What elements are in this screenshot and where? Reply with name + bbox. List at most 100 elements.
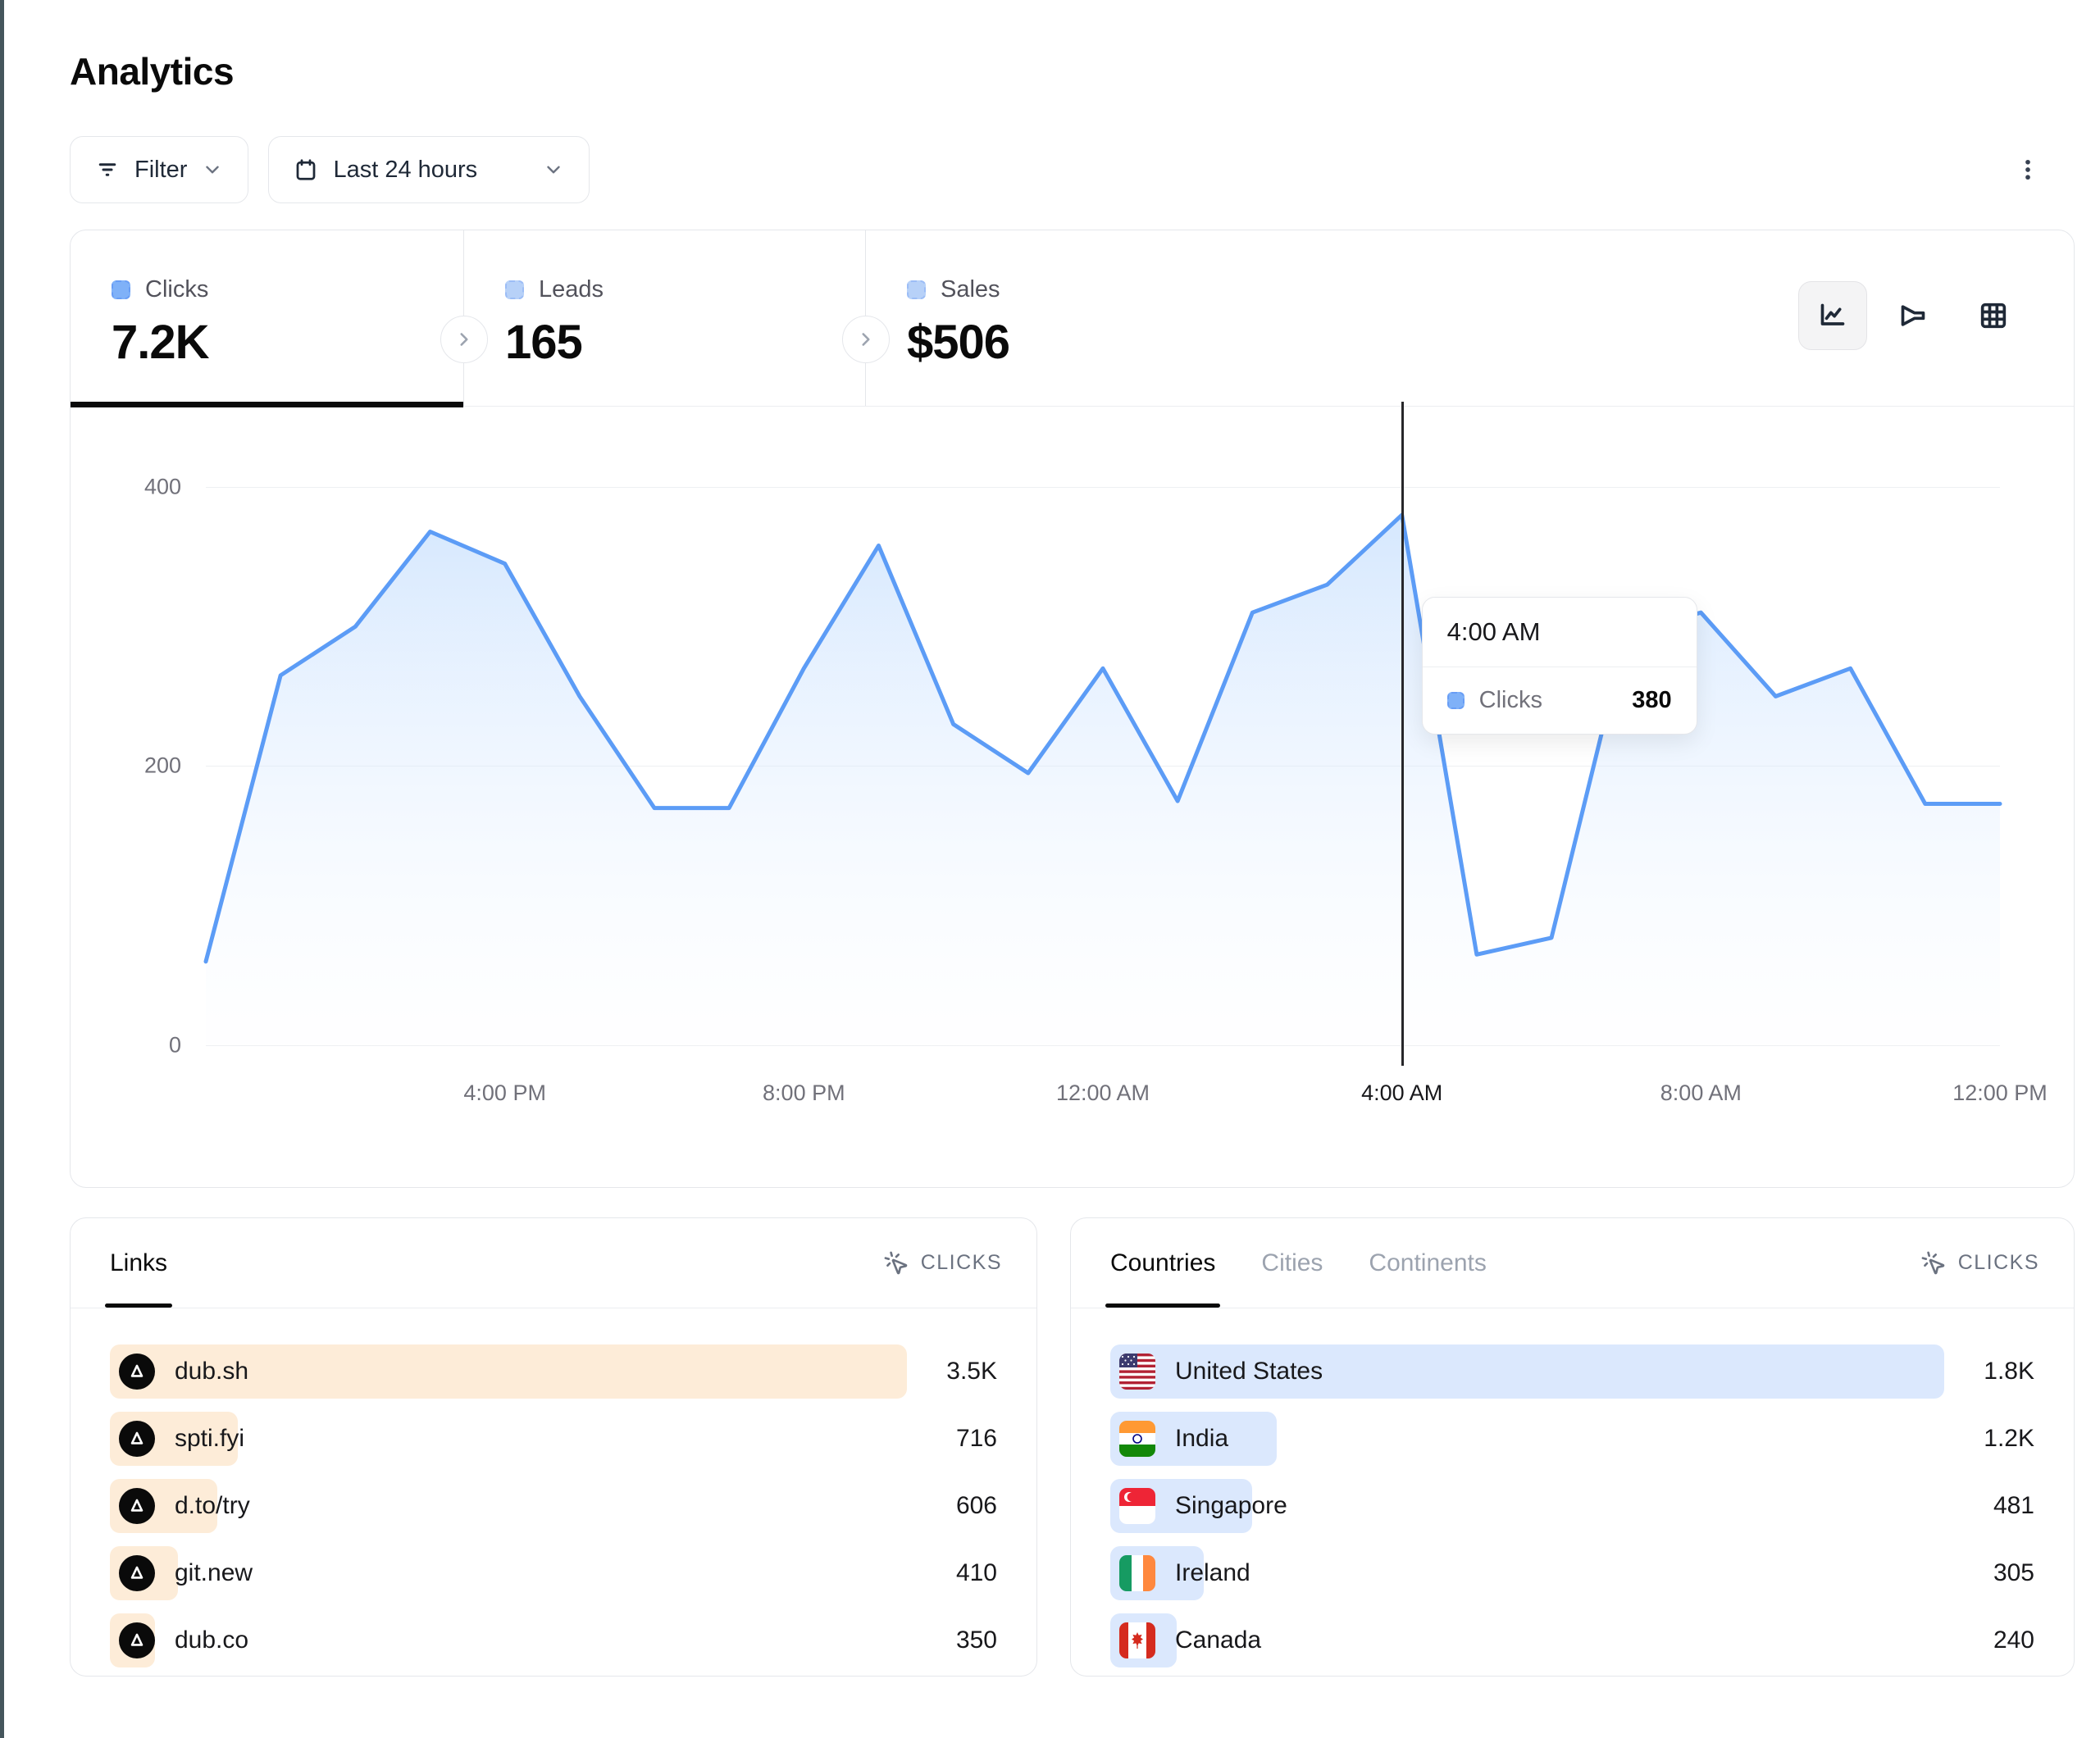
x-axis: 4:00 PM 8:00 PM 12:00 AM 4:00 AM 8:00 AM…	[206, 1081, 2000, 1130]
tab-leads[interactable]: Leads 165	[464, 230, 866, 406]
analytics-card: Clicks 7.2K Leads 165 Sales $506	[70, 230, 2075, 1188]
funnel-view-button[interactable]	[1879, 281, 1947, 350]
chevron-right-icon	[453, 329, 475, 350]
dub-logo-icon	[119, 1354, 155, 1390]
table-view-button[interactable]	[1959, 281, 2028, 350]
sales-value: $506	[907, 315, 1268, 370]
tooltip-value: 380	[1632, 687, 1671, 714]
countries-tab-label: Countries	[1110, 1249, 1215, 1277]
expand-leads-button[interactable]	[842, 316, 890, 363]
country-clicks-value: 240	[1944, 1627, 2034, 1654]
clicks-value: 7.2K	[112, 315, 463, 370]
cursor-click-icon	[883, 1250, 909, 1276]
y-axis-tick: 0	[99, 1033, 181, 1058]
tooltip-series-label: Clicks	[1479, 687, 1542, 714]
leads-value: 165	[505, 315, 865, 370]
country-clicks-value: 1.8K	[1944, 1358, 2034, 1385]
country-clicks-value: 1.2K	[1944, 1425, 2034, 1453]
links-metric-label: CLICKS	[921, 1251, 1002, 1275]
chevron-down-icon	[202, 159, 223, 180]
date-range-button[interactable]: Last 24 hours	[268, 136, 590, 203]
countries-metric-label: CLICKS	[1958, 1251, 2039, 1275]
clicks-legend-swatch	[1447, 692, 1465, 709]
filter-button-label: Filter	[134, 157, 187, 184]
link-clicks-value: 716	[907, 1425, 997, 1453]
sales-tab-label: Sales	[941, 276, 1000, 303]
page-title: Analytics	[70, 49, 2075, 93]
link-row[interactable]: spti.fyi 716	[110, 1412, 997, 1466]
link-row[interactable]: git.new 410	[110, 1546, 997, 1600]
country-row[interactable]: Ireland 305	[1110, 1546, 2034, 1600]
link-clicks-value: 606	[907, 1492, 997, 1520]
toolbar: Filter Last 24 hours	[70, 136, 2075, 203]
clicks-tab-label: Clicks	[145, 276, 208, 303]
country-row[interactable]: Canada 240	[1110, 1613, 2034, 1667]
cursor-click-icon	[1920, 1250, 1947, 1276]
country-label: Canada	[1175, 1627, 1261, 1654]
filter-button[interactable]: Filter	[70, 136, 248, 203]
tab-countries[interactable]: Countries	[1110, 1218, 1215, 1308]
x-axis-tick: 12:00 AM	[1056, 1081, 1150, 1106]
links-panel: Links CLICKS dub.sh	[70, 1217, 1037, 1677]
country-label: India	[1175, 1425, 1228, 1453]
link-row[interactable]: d.to/try 606	[110, 1479, 997, 1533]
tab-cities[interactable]: Cities	[1261, 1218, 1323, 1308]
country-row[interactable]: United States 1.8K	[1110, 1344, 2034, 1399]
link-clicks-value: 350	[907, 1627, 997, 1654]
india-flag-icon	[1119, 1421, 1155, 1457]
country-row[interactable]: India 1.2K	[1110, 1412, 2034, 1466]
kebab-menu-icon	[2014, 156, 2042, 184]
links-metric-selector[interactable]: CLICKS	[883, 1250, 1002, 1276]
line-chart-view-button[interactable]	[1798, 281, 1867, 350]
country-label: Ireland	[1175, 1559, 1250, 1587]
tab-clicks[interactable]: Clicks 7.2K	[71, 230, 464, 406]
link-label: dub.sh	[175, 1358, 248, 1385]
cities-tab-label: Cities	[1261, 1249, 1323, 1277]
tab-sales[interactable]: Sales $506	[866, 230, 1268, 406]
x-axis-tick: 4:00 PM	[463, 1081, 546, 1106]
chart-view-toggles	[1798, 281, 2028, 350]
chevron-down-icon	[543, 159, 564, 180]
chart-section: 400 200 0 4:00 AM	[71, 407, 2074, 1187]
country-row[interactable]: Singapore 481	[1110, 1479, 2034, 1533]
more-options-button[interactable]	[2002, 136, 2054, 203]
x-axis-tick: 8:00 AM	[1660, 1081, 1742, 1106]
filter-icon	[95, 157, 120, 182]
leads-tab-label: Leads	[539, 276, 604, 303]
tab-links[interactable]: Links	[110, 1218, 167, 1308]
dub-logo-icon	[119, 1421, 155, 1457]
country-label: United States	[1175, 1358, 1323, 1385]
us-flag-icon	[1119, 1354, 1155, 1390]
x-axis-tick: 12:00 PM	[1952, 1081, 2048, 1106]
dub-logo-icon	[119, 1622, 155, 1658]
link-row[interactable]: dub.sh 3.5K	[110, 1344, 997, 1399]
tab-continents[interactable]: Continents	[1369, 1218, 1486, 1308]
country-label: Singapore	[1175, 1492, 1287, 1520]
country-clicks-value: 481	[1944, 1492, 2034, 1520]
link-row[interactable]: dub.co 350	[110, 1613, 997, 1667]
tooltip-time: 4:00 AM	[1423, 598, 1697, 667]
countries-panel: Countries Cities Continents CLICKS	[1070, 1217, 2075, 1677]
links-tab-label: Links	[110, 1249, 167, 1277]
link-clicks-value: 3.5K	[907, 1358, 997, 1385]
y-axis-tick: 400	[99, 475, 181, 500]
calendar-icon	[294, 157, 318, 182]
link-label: d.to/try	[175, 1492, 250, 1520]
clicks-area-chart[interactable]: 400 200 0 4:00 AM	[206, 407, 2000, 1062]
country-clicks-value: 305	[1944, 1559, 2034, 1587]
chart-tooltip: 4:00 AM Clicks 380	[1422, 597, 1697, 735]
link-clicks-value: 410	[907, 1559, 997, 1587]
canada-flag-icon	[1119, 1622, 1155, 1658]
link-label: dub.co	[175, 1627, 248, 1654]
expand-clicks-button[interactable]	[440, 316, 488, 363]
clicks-legend-swatch	[112, 280, 130, 299]
link-label: spti.fyi	[175, 1425, 244, 1453]
link-label: git.new	[175, 1559, 253, 1587]
chart-area-fill	[206, 515, 2000, 1045]
dub-logo-icon	[119, 1555, 155, 1591]
continents-tab-label: Continents	[1369, 1249, 1486, 1277]
date-range-label: Last 24 hours	[333, 157, 477, 184]
countries-metric-selector[interactable]: CLICKS	[1920, 1250, 2039, 1276]
ireland-flag-icon	[1119, 1555, 1155, 1591]
singapore-flag-icon	[1119, 1488, 1155, 1524]
